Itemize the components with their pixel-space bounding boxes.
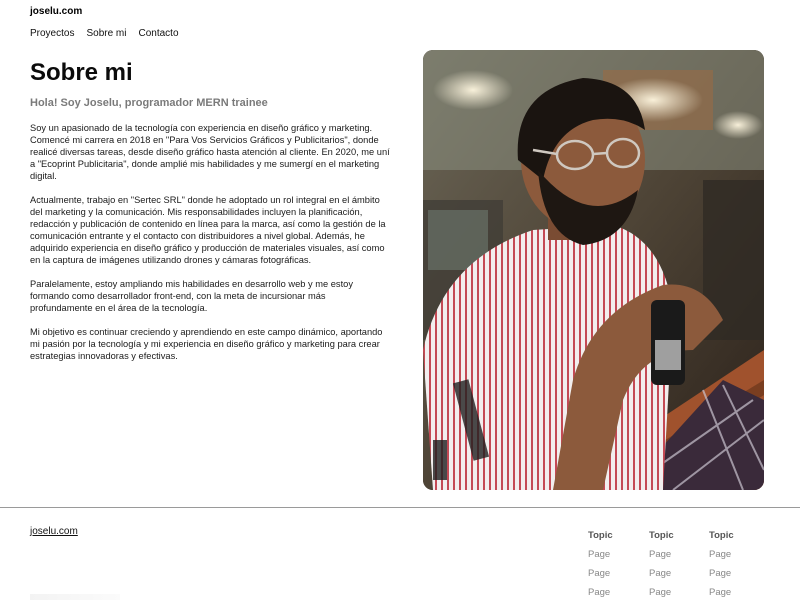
footer-page-link[interactable]: Page	[649, 549, 709, 560]
footer-page-link[interactable]: Page	[709, 549, 769, 560]
site-logo[interactable]: joselu.com	[30, 6, 82, 17]
footer-page-link[interactable]: Page	[588, 587, 648, 598]
footer-page-link[interactable]: Page	[649, 568, 709, 579]
footer-page-link[interactable]: Page	[588, 568, 648, 579]
footer-faded-logo	[30, 594, 120, 600]
site-footer: joselu.com Topic Page Page Page Topic Pa…	[0, 507, 800, 600]
footer-page-link[interactable]: Page	[709, 568, 769, 579]
nav-item-proyectos[interactable]: Proyectos	[30, 28, 74, 39]
footer-page-link[interactable]: Page	[709, 587, 769, 598]
page-subtitle: Hola! Soy Joselu, programador MERN train…	[30, 97, 268, 109]
page-title: Sobre mi	[30, 59, 133, 86]
footer-page-link[interactable]: Page	[588, 549, 648, 560]
site-header: joselu.com Proyectos Sobre mi Contacto	[0, 0, 800, 46]
about-paragraph-4: Mi objetivo es continuar creciendo y apr…	[30, 327, 383, 361]
footer-topic: Topic	[649, 530, 674, 541]
main-nav: Proyectos Sobre mi Contacto	[30, 28, 179, 39]
footer-topic: Topic	[709, 530, 734, 541]
footer-page-link[interactable]: Page	[649, 587, 709, 598]
footer-site-link[interactable]: joselu.com	[30, 526, 78, 537]
footer-column-2: Topic Page Page Page	[649, 530, 709, 600]
about-paragraph-1: Soy un apasionado de la tecnología con e…	[30, 123, 390, 181]
page: joselu.com Proyectos Sobre mi Contacto S…	[0, 0, 800, 600]
nav-item-sobre-mi[interactable]: Sobre mi	[86, 28, 126, 39]
footer-column-3: Topic Page Page Page	[709, 530, 769, 600]
profile-photo	[423, 50, 764, 490]
footer-column-1: Topic Page Page Page	[588, 530, 648, 600]
footer-topic: Topic	[588, 530, 613, 541]
about-paragraph-2: Actualmente, trabajo en "Sertec SRL" don…	[30, 195, 386, 265]
about-section: Sobre mi Hola! Soy Joselu, programador M…	[30, 58, 390, 362]
nav-item-contacto[interactable]: Contacto	[138, 28, 178, 39]
about-paragraph-3: Paralelamente, estoy ampliando mis habil…	[30, 279, 353, 313]
